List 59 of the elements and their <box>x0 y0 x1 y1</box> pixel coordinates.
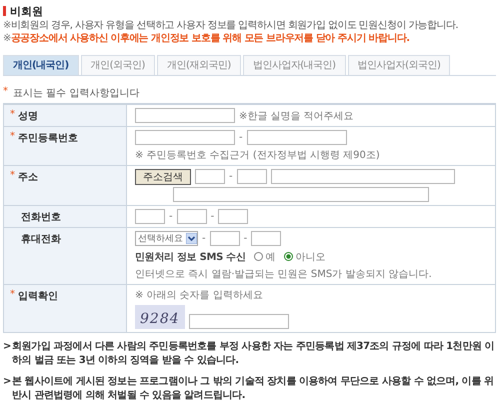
field-hint: ※ 아래의 숫자를 입력하세요 <box>135 289 264 302</box>
separator: - <box>169 211 173 222</box>
tab[interactable]: 개인(외국인) <box>80 55 155 75</box>
tab[interactable]: 법인사업자(외국인) <box>348 55 450 75</box>
field-label: 주소 <box>18 171 38 184</box>
address-detail-input[interactable] <box>173 187 429 202</box>
phone-input[interactable] <box>218 209 248 224</box>
separator: - <box>244 233 248 244</box>
tab[interactable]: 개인(재외국민) <box>156 55 241 75</box>
note-mark: > <box>3 340 12 354</box>
separator: - <box>229 171 233 182</box>
rrn-input[interactable] <box>246 130 347 145</box>
required-mark: * <box>10 170 15 181</box>
address-input[interactable] <box>270 169 455 184</box>
sms-label: 민원처리 정보 SMS 수신 <box>135 250 246 264</box>
phone-input[interactable] <box>176 209 207 224</box>
notice-mark: ※ <box>3 19 11 32</box>
tab[interactable]: 개인(내국인) <box>3 55 79 75</box>
notice-text: 공공장소에서 사용하신 이후에는 개인정보 보호를 위해 모든 브라우저를 닫아 주시기 바랍니다. <box>10 32 410 45</box>
field-note: 인터넷으로 즉시 열람·발급되는 민원은 SMS가 발송되지 않습니다. <box>135 268 432 281</box>
field-label: 성명 <box>18 110 38 123</box>
postcode-input[interactable] <box>195 169 225 184</box>
captcha-input[interactable] <box>188 314 289 329</box>
required-mark: * <box>10 131 15 142</box>
radio-button[interactable] <box>284 252 293 261</box>
note-mark: > <box>3 375 12 389</box>
radio-label: 아니오 <box>296 250 326 264</box>
separator: - <box>239 132 243 143</box>
radio-button[interactable] <box>254 252 263 261</box>
field-label: 전화번호 <box>20 211 61 224</box>
mobile-input[interactable] <box>251 231 282 246</box>
address-search-button[interactable]: 주소검색 <box>135 168 191 184</box>
notice-mark: ※ <box>3 32 11 45</box>
legal-note: 본 웹사이트에 게시된 정보는 프로그램이나 그 밖의 기술적 장치를 이용하여 무단으로 사용할 수 없으며, 이를 위반시 관련법령에 의해 처벌될 수 있음을 알려드립니다. <box>12 375 495 403</box>
rrn-input[interactable] <box>135 130 235 145</box>
phone-input[interactable] <box>135 209 165 224</box>
required-mark: * <box>10 289 15 300</box>
notice-text: 비회원의 경우, 사용자 유형을 선택하고 사용자 정보를 입력하시면 회원가입 없이도 민원신청이 가능합니다. <box>10 19 458 32</box>
radio-label: 예 <box>266 250 276 264</box>
legal-note: 회원가입 과정에서 다른 사람의 주민등록번호를 부정 사용한 자는 주민등록법 제37조의 규정에 따라 1천만원 이하의 벌금 또는 3년 이하의 징역을 받을 수 있습니다. <box>12 340 496 368</box>
separator: - <box>210 211 214 222</box>
field-label: 휴대전화 <box>20 233 61 246</box>
required-note: 표시는 필수 입력사항입니다 <box>13 87 140 100</box>
required-mark: * <box>10 109 15 120</box>
field-note: ※ 주민등록번호 수집근거 (전자정부법 시행령 제90조) <box>135 149 380 162</box>
field-label: 주민등록번호 <box>18 132 78 145</box>
field-label: 입력확인 <box>18 290 58 303</box>
section-title: 비회원 <box>10 4 43 18</box>
title-marker <box>3 6 6 16</box>
carrier-select[interactable]: 선택하세요 <box>135 231 198 246</box>
mobile-input[interactable] <box>210 231 240 246</box>
required-mark: * <box>3 86 8 99</box>
captcha-text: 9284 <box>135 305 185 329</box>
name-input[interactable] <box>135 108 235 123</box>
separator: - <box>202 233 206 244</box>
field-hint: ※한글 실명을 적어주세요 <box>239 110 354 122</box>
postcode-input[interactable] <box>236 169 267 184</box>
dropdown-icon <box>186 233 197 244</box>
tab[interactable]: 법인사업자(내국인) <box>242 55 346 75</box>
